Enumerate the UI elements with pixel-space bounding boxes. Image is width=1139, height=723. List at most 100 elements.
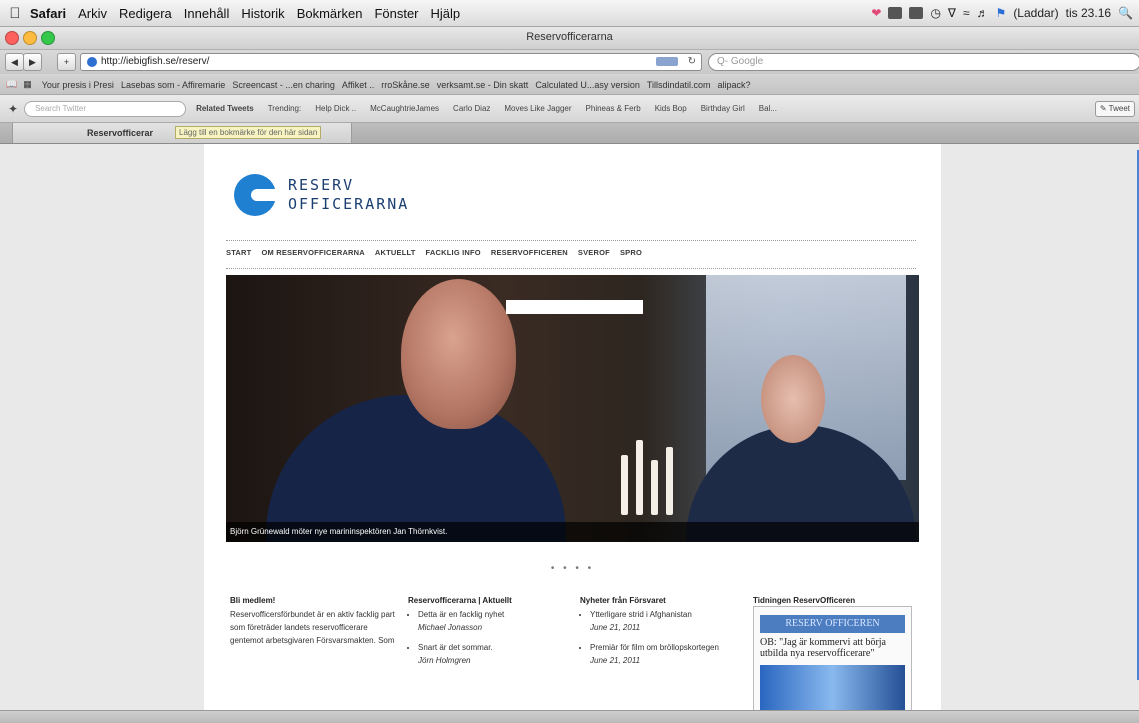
menu-arkiv[interactable]: Arkiv [78,6,107,21]
nav-om[interactable]: OM RESERVOFFICERARNA [261,248,364,257]
window-title: Reservofficerarna [526,31,613,43]
trending-label: Trending: [267,104,302,113]
top-sites-icon[interactable]: ▦ [23,79,32,90]
reading-list-icon[interactable]: 📖 [6,79,17,90]
hero-officer-right-face [761,355,825,443]
trending-item[interactable]: Bal... [759,104,777,113]
flag-icon[interactable]: ⚑ [996,6,1007,20]
bookmark-item[interactable]: Calculated U...asy version [535,80,640,90]
news-title[interactable]: Ytterligare strid i Afghanistan [590,610,692,619]
rss-icon[interactable] [656,57,678,66]
apple-menu-icon[interactable]:  [0,5,30,22]
address-url: http://iebigfish.se/reserv/ [101,56,210,67]
related-tweets-button[interactable]: Related Tweets [196,104,254,113]
twitter-search-placeholder: Search Twitter [35,103,87,113]
reload-icon[interactable]: ↻ [688,54,696,70]
slider-dots[interactable]: • • • • [204,563,941,574]
trending-item[interactable]: Moves Like Jagger [504,104,571,113]
spotlight-icon[interactable]: 🔍 [1118,6,1133,20]
nav-divider-top [226,240,916,241]
nav-start[interactable]: START [226,248,251,257]
window-titlebar: Reservofficerarna [0,27,1139,50]
menu-redigera[interactable]: Redigera [119,6,172,21]
timemachine-icon[interactable]: ◷ [930,6,940,20]
nav-aktuellt[interactable]: AKTUELLT [375,248,416,257]
hero-image[interactable]: Björn Grünewald möter nye marininspektör… [226,275,919,542]
logo-line-2: OFFICERARNA [288,195,410,213]
menu-fonster[interactable]: Fönster [374,6,418,21]
nav-reservofficeren[interactable]: RESERVOFFICEREN [491,248,568,257]
news-title[interactable]: Premiär för film om bröllopskortegen [590,643,719,652]
news-date: June 21, 2011 [590,656,641,665]
volume-icon[interactable]: ♬ [977,6,989,20]
bookmark-item[interactable]: alipack? [718,80,751,90]
trending-item[interactable]: Kids Bop [655,104,687,113]
magazine-masthead: RESERV OFFICEREN [760,615,905,633]
trending-item[interactable]: Help Dick .. [315,104,356,113]
logo-mark-icon [234,174,277,216]
heart-icon[interactable]: ❤ [871,6,881,20]
bluetooth-icon[interactable]: ∇ [948,6,956,20]
menu-bar:  Safari Arkiv Redigera Innehåll Histori… [0,0,1139,27]
search-placeholder: Q- Google [717,56,764,67]
bookmark-item[interactable]: Tillsdindatil.com [647,80,711,90]
twitter-bar: ✦ Search Twitter Related Tweets Trending… [0,95,1139,123]
bookmark-item[interactable]: Lasebas som - Affiremarie [121,80,225,90]
menu-extras: ❤ ◷ ∇ ≈ ♬ ⚑ (Laddar) tis 23.16 🔍 [871,0,1133,26]
trending-item[interactable]: Birthday Girl [701,104,745,113]
column-heading[interactable]: Bli medlem! [230,594,395,607]
bookmark-item[interactable]: Affiket .. [342,80,374,90]
cloud-icon[interactable] [909,7,924,19]
news-date: June 21, 2011 [590,623,641,632]
nav-sverof[interactable]: SVEROF [578,248,610,257]
news-title[interactable]: Snart är det sommar. [418,643,493,652]
logo-line-1: RESERV [288,176,355,194]
app-menu[interactable]: Safari [30,6,66,21]
site-page: RESERV OFFICERARNA START OM RESERVOFFICE… [204,144,941,710]
news-author: Jörn Holmgren [418,656,471,665]
tab-reservofficerarna[interactable]: Reservofficerar Lägg till en bokmärke fö… [12,123,352,143]
trending-item[interactable]: McCaughtrieJames [370,104,439,113]
nav-facklig-info[interactable]: FACKLIG INFO [426,248,481,257]
battery-status[interactable]: (Laddar) [1013,6,1058,20]
column-forsvaret: Nyheter från Försvaret Ytterligare strid… [580,594,730,674]
tweet-label: Tweet [1108,104,1130,113]
forward-button[interactable]: ▶ [23,53,42,71]
bookmark-item[interactable]: Screencast - ...en charing [232,80,335,90]
web-viewport[interactable]: RESERV OFFICERARNA START OM RESERVOFFICE… [0,144,1139,710]
menu-innehall[interactable]: Innehåll [184,6,230,21]
wifi-icon[interactable]: ≈ [963,6,970,20]
tweet-button[interactable]: ✎ Tweet [1094,101,1135,117]
menu-bokmarken[interactable]: Bokmärken [297,6,363,21]
list-item[interactable]: Detta är en facklig nyhet Michael Jonasso… [418,608,558,634]
address-bar[interactable]: http://iebigfish.se/reserv/ ↻ [80,53,702,71]
hero-officer-left [266,395,566,542]
bookmark-item[interactable]: Your presis i Presi [42,80,114,90]
back-button[interactable]: ◀ [5,53,24,71]
trending-item[interactable]: Phineas & Ferb [586,104,641,113]
column-heading[interactable]: Reservofficerarna | Aktuellt [408,594,558,607]
bookmark-item[interactable]: verksamt.se - Din skatt [437,80,529,90]
dropbox-icon[interactable] [888,7,903,19]
twitter-bird-icon: ✦ [8,101,19,116]
twitter-search-input[interactable]: Search Twitter [24,100,187,117]
list-item[interactable]: Premiär för film om bröllopskortegen June… [590,641,730,667]
nav-spro[interactable]: SPRO [620,248,642,257]
magazine-cover[interactable]: RESERV OFFICEREN OB: "Jag är kommervi at… [753,606,912,710]
column-heading[interactable]: Nyheter från Försvaret [580,594,730,607]
list-item[interactable]: Ytterligare strid i Afghanistan June 21, … [590,608,730,634]
trending-item[interactable]: Carlo Diaz [453,104,490,113]
bookmark-tooltip: Lägg till en bokmärke för den här sidan [175,126,322,139]
search-field[interactable]: Q- Google [708,53,1139,71]
add-bookmark-button[interactable]: + [57,53,76,71]
column-aktuellt: Reservofficerarna | Aktuellt Detta är en… [408,594,558,674]
hero-officer-left-face [401,279,516,429]
clock[interactable]: tis 23.16 [1066,6,1111,20]
news-title[interactable]: Detta är en facklig nyhet [418,610,504,619]
bookmark-item[interactable]: rroSkåne.se [381,80,430,90]
list-item[interactable]: Snart är det sommar. Jörn Holmgren [418,641,558,667]
site-logo[interactable]: RESERV OFFICERARNA [234,174,409,216]
menu-historik[interactable]: Historik [241,6,284,21]
menu-hjalp[interactable]: Hjälp [431,6,461,21]
hero-candelabra [611,425,691,515]
